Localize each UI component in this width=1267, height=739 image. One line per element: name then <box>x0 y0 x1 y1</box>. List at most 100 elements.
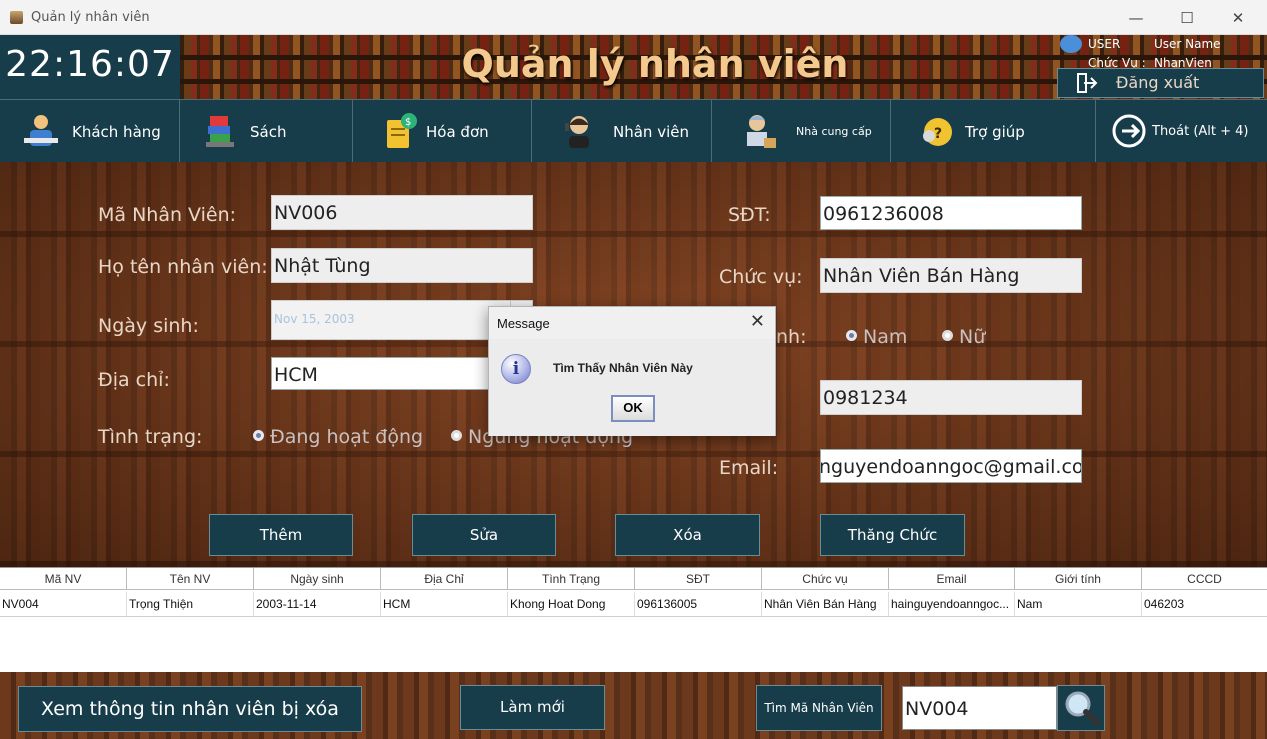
table-cell: HCM <box>381 592 508 616</box>
logout-icon <box>1077 73 1098 93</box>
view-deleted-button[interactable]: Xem thông tin nhân viên bị xóa <box>18 686 362 732</box>
nav-label: Trợ giúp <box>965 123 1025 141</box>
search-button[interactable] <box>1057 685 1105 731</box>
gender-male-label: Nam <box>863 326 908 348</box>
radio-selected-icon <box>253 430 264 441</box>
user-name: User Name <box>1154 37 1221 51</box>
add-button[interactable]: Thêm <box>209 514 353 556</box>
dialog-title: Message <box>497 316 550 331</box>
dialog-message: Tìm Thấy Nhân Viên Này <box>553 361 693 375</box>
status-active-radio[interactable]: Đang hoạt động <box>253 426 423 448</box>
delete-button[interactable]: Xóa <box>615 514 760 556</box>
status-label: Tình trạng: <box>98 426 203 448</box>
nav-label: Thoát (Alt + 4) <box>1152 124 1249 139</box>
table-header: Mã NV Tên NV Ngày sinh Địa Chỉ Tình Trạn… <box>0 568 1267 590</box>
column-header[interactable]: Tình Trạng <box>508 568 635 590</box>
nav-label: Khách hàng <box>72 123 161 141</box>
svg-text:$: $ <box>405 117 411 128</box>
column-header[interactable]: Tên NV <box>127 568 254 590</box>
edit-button[interactable]: Sửa <box>412 514 556 556</box>
radio-unselected-icon <box>942 330 953 341</box>
column-header[interactable]: CCCD <box>1142 568 1267 590</box>
phone-field[interactable]: 0961236008 <box>820 196 1082 230</box>
column-header[interactable]: Địa Chỉ <box>381 568 508 590</box>
email-label: Email: <box>719 457 779 479</box>
address-label: Địa chỉ: <box>98 369 170 391</box>
help-icon: ? <box>923 118 952 146</box>
employee-table[interactable]: Mã NV Tên NV Ngày sinh Địa Chỉ Tình Trạn… <box>0 567 1267 672</box>
clock: 22:16:07 <box>0 35 180 99</box>
column-header[interactable]: Mã NV <box>0 568 127 590</box>
table-cell: hainguyendoanngoc... <box>889 592 1015 616</box>
nav-books[interactable]: Sách <box>180 100 353 162</box>
nav-exit[interactable]: Thoát (Alt + 4) <box>1096 100 1267 162</box>
search-input[interactable]: NV004 <box>902 686 1057 730</box>
phone-label: SĐT: <box>728 204 771 226</box>
app-icon <box>10 11 23 24</box>
employee-id-label: Mã Nhân Viên: <box>98 204 237 226</box>
email-field[interactable]: nguyendoanngoc@gmail.com <box>820 449 1082 483</box>
position-label: Chức vụ: <box>719 266 803 288</box>
nav-label: Hóa đơn <box>426 123 489 141</box>
gender-female-label: Nữ <box>959 326 986 348</box>
radio-selected-icon <box>846 330 857 341</box>
customer-icon <box>24 115 58 146</box>
books-icon <box>206 116 234 147</box>
nav-help[interactable]: ? Trợ giúp <box>891 100 1096 162</box>
nav-employees[interactable]: Nhân viên <box>532 100 712 162</box>
table-cell: Khong Hoat Dong <box>508 592 635 616</box>
column-header[interactable]: Email <box>889 568 1015 590</box>
table-cell: 046203 <box>1144 597 1185 611</box>
table-cell: Nam <box>1015 592 1142 616</box>
employee-id-field[interactable]: NV006 <box>271 195 533 230</box>
position-field[interactable]: Nhân Viên Bán Hàng <box>820 258 1082 293</box>
nav-label: Nhân viên <box>613 123 689 141</box>
nav-invoices[interactable]: $ Hóa đơn <box>353 100 532 162</box>
nav-label: Sách <box>250 123 287 141</box>
table-cell: NV004 <box>0 592 127 616</box>
gender-female-radio[interactable]: Nữ <box>942 326 985 348</box>
search-icon <box>1065 691 1100 726</box>
user-icon <box>1060 35 1082 53</box>
exit-icon <box>1112 114 1146 148</box>
promote-button[interactable]: Thăng Chức <box>820 514 965 556</box>
dialog-close-button[interactable]: ✕ <box>750 311 765 332</box>
supplier-icon <box>747 115 776 148</box>
status-active-label: Đang hoạt động <box>270 426 424 448</box>
message-dialog: Message ✕ i Tìm Thấy Nhân Viên Này OK <box>488 306 776 436</box>
close-window-button[interactable]: ✕ <box>1216 6 1260 30</box>
nav-customers[interactable]: Khách hàng <box>0 100 180 162</box>
invoice-icon: $ <box>387 113 417 148</box>
employee-icon <box>565 116 589 148</box>
column-header[interactable]: Chức vụ <box>762 568 889 590</box>
svg-text:?: ? <box>934 126 942 142</box>
column-header[interactable]: Ngày sinh <box>254 568 381 590</box>
app-window: Quản lý nhân viên — ☐ ✕ 22:16:07 Quản lý… <box>0 0 1267 739</box>
ok-button[interactable]: OK <box>611 395 655 422</box>
page-title: Quản lý nhân viên <box>461 42 849 86</box>
column-header[interactable]: SĐT <box>635 568 762 590</box>
logout-button[interactable]: Đăng xuất <box>1057 68 1264 98</box>
table-cell: 2003-11-14 <box>254 592 381 616</box>
nav-suppliers[interactable]: Nhà cung cấp <box>712 100 891 162</box>
table-cell: Trọng Thiện <box>127 592 254 616</box>
logout-label: Đăng xuất <box>1116 73 1200 92</box>
search-type-select[interactable]: Tìm Mã Nhân Viên <box>756 685 882 731</box>
column-header[interactable]: Giới tính <box>1015 568 1142 590</box>
info-icon: i <box>501 354 531 384</box>
window-title: Quản lý nhân viên <box>31 10 150 25</box>
main-nav: Khách hàng Sách $ Hóa đơn Nhân viên Nhà … <box>0 99 1267 162</box>
minimize-button[interactable]: — <box>1114 6 1158 30</box>
gender-male-radio[interactable]: Nam <box>846 326 907 348</box>
employee-name-field[interactable]: Nhật Tùng <box>271 248 533 283</box>
radio-unselected-icon <box>451 430 462 441</box>
dob-value: Nov 15, 2003 <box>274 312 355 326</box>
table-cell: 096136005 <box>635 592 762 616</box>
dob-label: Ngày sinh: <box>98 315 199 337</box>
maximize-button[interactable]: ☐ <box>1165 6 1209 30</box>
nav-label: Nhà cung cấp <box>796 125 872 138</box>
cccd-field[interactable]: 0981234 <box>820 380 1082 415</box>
user-label: USER <box>1088 37 1121 51</box>
table-cell: Nhân Viên Bán Hàng <box>762 592 889 616</box>
refresh-button[interactable]: Làm mới <box>460 685 605 730</box>
